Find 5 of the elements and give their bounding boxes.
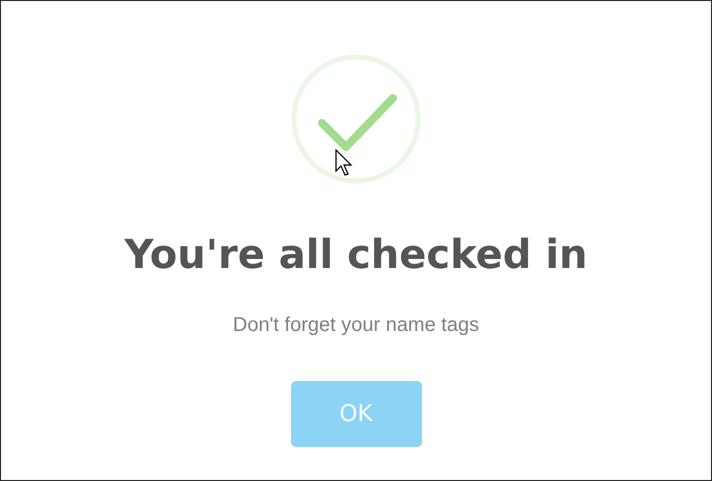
dialog-message: Don't forget your name tags (232, 313, 480, 337)
cursor-icon (335, 149, 353, 177)
ok-button[interactable]: OK (290, 381, 422, 447)
check-circle-icon (290, 53, 422, 185)
dialog-title: You're all checked in (124, 231, 588, 279)
